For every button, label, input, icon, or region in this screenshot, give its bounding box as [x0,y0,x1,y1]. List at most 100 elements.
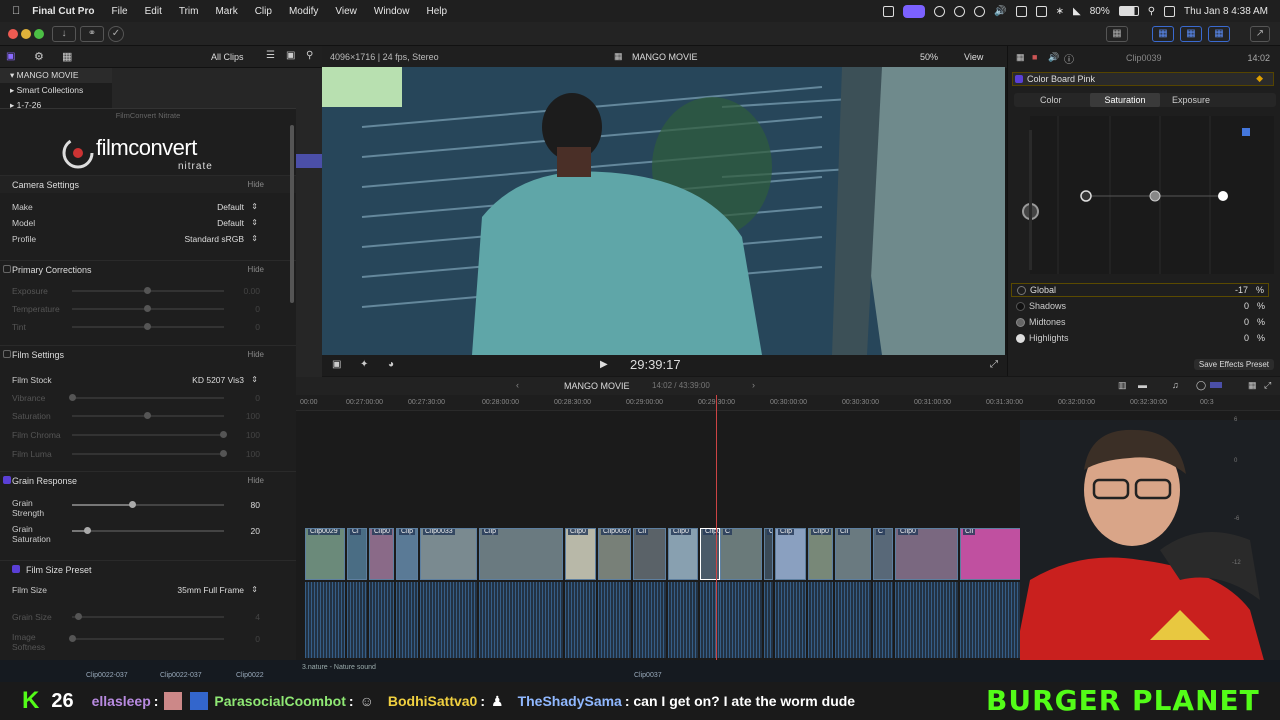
audio-waveform[interactable] [479,582,563,658]
color-inspector-tab-icon[interactable]: ■ [1032,52,1037,62]
list-view-icon[interactable]: ☰ [266,50,275,61]
zoom-out-icon[interactable]: ▬ [1138,380,1147,390]
tab-saturation[interactable]: Saturation [1090,93,1160,107]
selected-clip-strip[interactable] [296,154,322,168]
status-icon[interactable] [934,5,946,17]
row-value[interactable]: 0 [1244,301,1249,311]
audio-waveform[interactable] [873,582,893,658]
value[interactable]: 100 [246,446,260,462]
menu-mark[interactable]: Mark [215,6,237,17]
value[interactable]: 0 [255,631,260,647]
effect-enable-checkbox[interactable] [1015,75,1023,83]
timeline-ruler[interactable]: 00:00 00:27:00:00 00:27:30:00 00:28:00:00 00… [296,395,1280,411]
cb-row-shadows[interactable]: Shadows 0 % [1011,300,1269,314]
search-icon[interactable]: ⚲ [1148,6,1155,17]
timeline-clip[interactable]: Clip0 [668,528,698,580]
shadows-puck[interactable] [1080,190,1092,202]
highlights-puck[interactable] [1218,191,1228,201]
forward-arrow-icon[interactable]: › [752,380,755,390]
audio-waveform[interactable] [369,582,394,658]
audio-waveform[interactable] [668,582,698,658]
import-button[interactable]: ↓ [52,26,76,42]
audio-waveform[interactable] [960,582,1024,658]
value[interactable]: 0 [255,390,260,406]
row-value[interactable]: 0 [1244,333,1249,343]
value[interactable]: 4 [255,609,260,625]
keyword-button[interactable]: ⚭ [80,26,104,42]
timeline-clip[interactable]: C [720,528,762,580]
timeline-clip[interactable]: Clip0 [565,528,596,580]
zoom-window-button[interactable] [34,29,44,39]
section-film-settings[interactable]: Film Settings Hide [0,345,296,363]
tab-exposure[interactable]: Exposure [1172,95,1210,105]
timeline-toggle-button[interactable]: ▦ [1180,26,1202,42]
menu-clip[interactable]: Clip [255,6,272,17]
audio-waveform[interactable] [347,582,367,658]
bluetooth-icon[interactable]: ∗ [1056,6,1064,17]
film-luma-slider[interactable] [72,450,227,457]
menu-file[interactable]: File [111,6,127,17]
view-menu[interactable]: View [964,52,983,62]
audio-waveform[interactable] [835,582,871,658]
collapse-icon[interactable]: ⤢ [1264,380,1271,391]
save-effects-preset-button[interactable]: Save Effects Preset [1193,359,1274,370]
enable-checkbox[interactable] [12,565,20,573]
fullscreen-icon[interactable]: ⤢ [990,359,998,370]
effect-preset-menu[interactable]: Color Board Pink [1027,74,1095,84]
display-icon[interactable] [1035,5,1047,17]
battery-icon[interactable] [1118,6,1139,16]
section-camera-settings[interactable]: Camera Settings Hide [0,175,296,193]
tree-item-smart-collections[interactable]: ▸ Smart Collections [0,83,112,98]
browser-toggle-button[interactable]: ▦ [1152,26,1174,42]
timeline-clip[interactable]: Clip0040 [700,528,720,580]
row-value[interactable]: -17 [1235,285,1248,295]
play-button[interactable]: ▶ [600,359,608,370]
timeline-clip[interactable]: Clip0 [895,528,958,580]
timeline-clip[interactable]: Clip0037 [598,528,631,580]
magic-icon[interactable]: ✦ [360,359,368,370]
timeline-clip[interactable]: Cl [347,528,367,580]
value[interactable]: 0.00 [243,283,260,299]
timeline-clip[interactable]: C [873,528,893,580]
section-grain-response[interactable]: Grain Response Hide [0,471,296,489]
headphones-icon[interactable]: ◯ [1196,380,1206,391]
saturation-slider[interactable] [72,412,224,419]
close-window-button[interactable] [8,29,18,39]
minimize-window-button[interactable] [21,29,31,39]
timeline-clip[interactable]: Cli [960,528,1024,580]
grain-size-slider[interactable] [72,613,224,620]
film-chroma-slider[interactable] [72,431,227,438]
timeline-clip[interactable]: Cli [835,528,871,580]
audio-waveform[interactable] [895,582,958,658]
play-icon[interactable] [974,5,986,17]
image-softness-slider[interactable] [69,635,224,642]
value[interactable]: 20 [251,523,260,539]
grain-strength-slider[interactable] [72,501,224,508]
info-inspector-tab-icon[interactable]: ⓘ [1064,51,1074,66]
value[interactable]: 0 [255,319,260,335]
audio-waveform[interactable] [720,582,762,658]
cb-row-highlights[interactable]: Highlights 0 % [1011,332,1269,346]
audio-waveform[interactable] [700,582,720,658]
profile-select[interactable]: Standard sRGB [184,231,244,247]
inspector-toggle-button[interactable]: ▦ [1208,26,1230,42]
value[interactable]: 100 [246,427,260,443]
timeline-clip[interactable]: Clip [775,528,806,580]
filmstrip-view-icon[interactable]: ▣ [286,50,295,61]
menu-help[interactable]: Help [426,6,447,17]
section-film-size-preset[interactable]: Film Size Preset [0,560,296,578]
timeline-clip[interactable]: Clip [479,528,563,580]
menu-window[interactable]: Window [374,6,410,17]
wifi-icon[interactable]: ◣ [1073,6,1081,17]
cb-row-midtones[interactable]: Midtones 0 % [1011,316,1269,330]
row-value[interactable]: 0 [1244,317,1249,327]
hide-toggle[interactable]: Hide [248,176,264,194]
enable-checkbox[interactable] [3,265,11,273]
make-select[interactable]: Default [217,199,244,215]
audio-waveform[interactable] [633,582,666,658]
effect-header[interactable]: Color Board Pink ◆ [1012,72,1274,86]
audio-waveform[interactable] [808,582,833,658]
timecode-display[interactable]: 29:39:17 [630,357,681,372]
cb-row-global[interactable]: Global -17 % [1011,283,1269,297]
solo-icon[interactable] [1210,382,1222,388]
